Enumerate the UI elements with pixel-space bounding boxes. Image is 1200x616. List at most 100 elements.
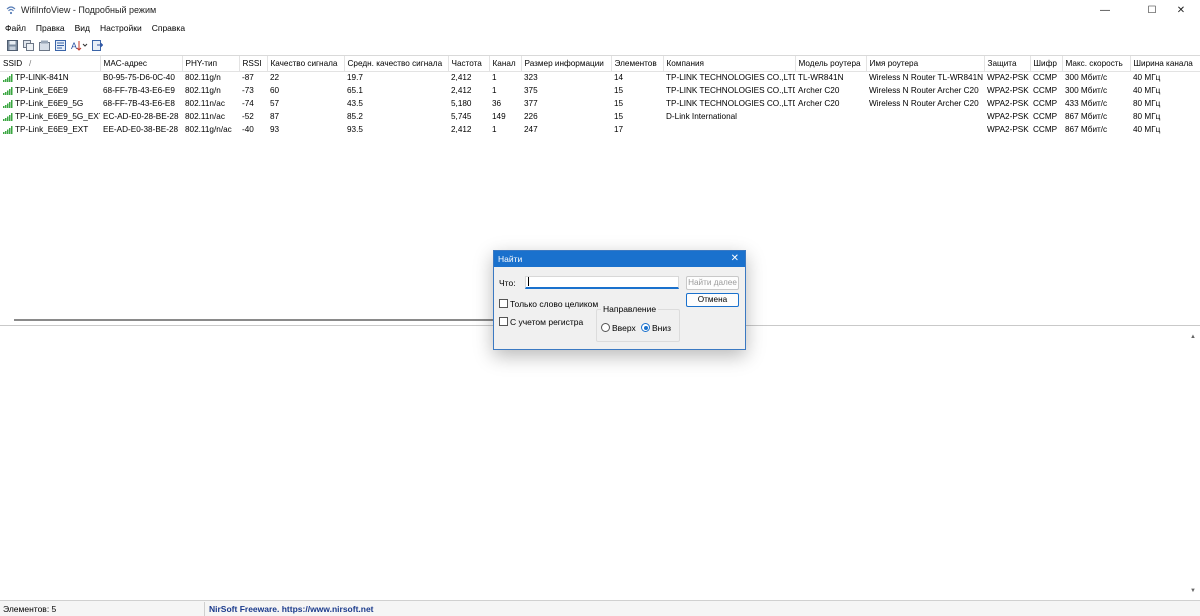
cell-cipher: CCMP bbox=[1033, 99, 1058, 108]
col-security[interactable]: Защита bbox=[984, 56, 1031, 72]
col-frequency[interactable]: Частота bbox=[448, 56, 490, 72]
cell-security: WPA2-PSK bbox=[987, 125, 1029, 134]
cell-elements: 15 bbox=[614, 86, 624, 95]
find-what-input[interactable] bbox=[525, 276, 679, 289]
col-elements[interactable]: Элементов bbox=[611, 56, 664, 72]
save-icon[interactable] bbox=[6, 39, 19, 52]
cell-mac: B0-95-75-D6-0C-40 bbox=[103, 73, 175, 83]
cell-avg-signal-quality: 43.5 bbox=[347, 99, 363, 108]
cell-ssid: TP-Link_E6E9_5G_EXT bbox=[15, 112, 100, 121]
find-dialog-titlebar: Найти ✕ bbox=[494, 251, 745, 267]
cell-company: TP-LINK TECHNOLOGIES CO.,LTD. bbox=[666, 73, 795, 83]
cell-phy: 802.11n/ac bbox=[185, 112, 225, 121]
table-header: SSID / MAC-адрес PHY-тип RSSI Качество с… bbox=[0, 56, 1200, 72]
table-row[interactable]: TP-Link_E6E9_5G 68-FF-7B-43-E6-E8 802.11… bbox=[0, 97, 1200, 110]
cell-avg-signal-quality: 65.1 bbox=[347, 86, 363, 95]
col-max-speed[interactable]: Макс. скорость bbox=[1062, 56, 1131, 72]
cell-security: WPA2-PSK bbox=[987, 73, 1029, 83]
cell-info-size: 247 bbox=[524, 125, 538, 134]
col-channel[interactable]: Канал bbox=[489, 56, 522, 72]
cell-channel: 1 bbox=[492, 73, 497, 83]
table-row[interactable]: TP-Link_E6E9 68-FF-7B-43-E6-E9 802.11g/n… bbox=[0, 84, 1200, 97]
col-company[interactable]: Компания bbox=[663, 56, 796, 72]
report-icon[interactable] bbox=[54, 39, 67, 52]
menu-view[interactable]: Вид bbox=[70, 21, 95, 35]
cell-avg-signal-quality: 85.2 bbox=[347, 112, 363, 121]
find-next-button[interactable]: Найти далее bbox=[686, 276, 739, 290]
whole-word-checkbox[interactable] bbox=[499, 299, 508, 308]
cell-info-size: 226 bbox=[524, 112, 538, 121]
export-icon[interactable] bbox=[91, 39, 104, 52]
cell-avg-signal-quality: 93.5 bbox=[347, 125, 363, 134]
menu-edit[interactable]: Правка bbox=[31, 21, 70, 35]
nirsoft-link[interactable]: NirSoft Freeware. https://www.nirsoft.ne… bbox=[209, 604, 374, 614]
menu-help[interactable]: Справка bbox=[147, 21, 190, 35]
cell-elements: 15 bbox=[614, 112, 624, 121]
col-router-name[interactable]: Имя роутера bbox=[866, 56, 985, 72]
match-case-checkbox[interactable] bbox=[499, 317, 508, 326]
scroll-up-arrow-icon[interactable]: ▲ bbox=[1190, 334, 1196, 340]
table-row[interactable]: TP-Link_E6E9_5G_EXT EC-AD-E0-28-BE-28 80… bbox=[0, 110, 1200, 123]
col-mac[interactable]: MAC-адрес bbox=[100, 56, 183, 72]
close-button[interactable]: ✕ bbox=[1162, 0, 1200, 21]
window-title: WifiInfoView - Подробный режим bbox=[21, 5, 157, 15]
col-signal-quality[interactable]: Качество сигнала bbox=[267, 56, 345, 72]
cell-frequency: 2,412 bbox=[451, 86, 472, 95]
cell-mac: 68-FF-7B-43-E6-E8 bbox=[103, 99, 175, 108]
direction-down-label: Вниз bbox=[652, 323, 672, 333]
direction-down-radio[interactable] bbox=[641, 323, 650, 332]
cell-channel: 149 bbox=[492, 112, 506, 121]
col-cipher[interactable]: Шифр bbox=[1030, 56, 1063, 72]
table-row[interactable]: TP-Link_E6E9_EXT EE-AD-E0-38-BE-28 802.1… bbox=[0, 123, 1200, 136]
menu-settings[interactable]: Настройки bbox=[95, 21, 147, 35]
direction-up-label: Вверх bbox=[612, 323, 636, 333]
col-avg-signal-quality[interactable]: Средн. качество сигнала bbox=[344, 56, 449, 72]
cell-router-name bbox=[866, 123, 984, 136]
table-row[interactable]: TP-LINK-841N B0-95-75-D6-0C-40 802.11g/n… bbox=[0, 71, 1200, 84]
cell-router-model bbox=[795, 123, 866, 136]
properties-icon[interactable] bbox=[38, 39, 51, 52]
cell-signal-quality: 22 bbox=[270, 73, 280, 83]
cell-company: D-Link International bbox=[666, 112, 737, 121]
cell-security: WPA2-PSK bbox=[987, 112, 1029, 121]
cell-security: WPA2-PSK bbox=[987, 99, 1029, 108]
text-cursor bbox=[528, 277, 529, 287]
cell-phy: 802.11g/n/ac bbox=[185, 125, 232, 134]
cell-phy: 802.11g/n bbox=[185, 73, 221, 83]
horizontal-scrollbar[interactable] bbox=[14, 319, 554, 321]
menu-file[interactable]: Файл bbox=[0, 21, 31, 35]
signal-strength-icon bbox=[3, 112, 13, 121]
cell-ssid: TP-Link_E6E9_EXT bbox=[15, 125, 89, 134]
cell-max-speed: 433 Мбит/с bbox=[1065, 99, 1108, 108]
cell-rssi: -52 bbox=[242, 112, 254, 121]
minimize-button[interactable]: — bbox=[1086, 0, 1124, 21]
cancel-button[interactable]: Отмена bbox=[686, 293, 739, 307]
col-router-model[interactable]: Модель роутера bbox=[795, 56, 867, 72]
col-channel-width[interactable]: Ширина канала bbox=[1130, 56, 1200, 72]
cell-max-speed: 867 Мбит/с bbox=[1065, 112, 1108, 121]
cell-router-model: Archer C20 bbox=[798, 99, 840, 108]
col-rssi[interactable]: RSSI bbox=[239, 56, 268, 72]
find-dialog-body: Что: Найти далее Отмена Только слово цел… bbox=[494, 267, 745, 350]
col-phy[interactable]: PHY-тип bbox=[182, 56, 240, 72]
col-ssid[interactable]: SSID / bbox=[0, 56, 101, 72]
cell-channel-width: 40 МГц bbox=[1133, 86, 1161, 95]
status-item-count: Элементов: 5 bbox=[3, 604, 57, 614]
whole-word-label: Только слово целиком bbox=[510, 299, 599, 309]
cell-channel-width: 80 МГц bbox=[1133, 99, 1161, 108]
cell-rssi: -73 bbox=[242, 86, 254, 95]
status-bar: Элементов: 5 NirSoft Freeware. https://w… bbox=[0, 600, 1200, 616]
col-info-size[interactable]: Размер информации bbox=[521, 56, 612, 72]
sort-icon[interactable]: A bbox=[70, 39, 88, 52]
cell-router-name bbox=[866, 110, 984, 123]
details-pane[interactable] bbox=[0, 327, 1200, 599]
cell-signal-quality: 57 bbox=[270, 99, 280, 108]
scroll-down-arrow-icon[interactable]: ▼ bbox=[1190, 588, 1196, 594]
cell-rssi: -40 bbox=[242, 125, 254, 134]
cell-security: WPA2-PSK bbox=[987, 86, 1029, 95]
copy-icon[interactable] bbox=[22, 39, 35, 52]
find-what-label: Что: bbox=[499, 278, 516, 288]
direction-up-radio[interactable] bbox=[601, 323, 610, 332]
cell-elements: 17 bbox=[614, 125, 624, 134]
dialog-close-icon[interactable]: ✕ bbox=[731, 251, 739, 267]
